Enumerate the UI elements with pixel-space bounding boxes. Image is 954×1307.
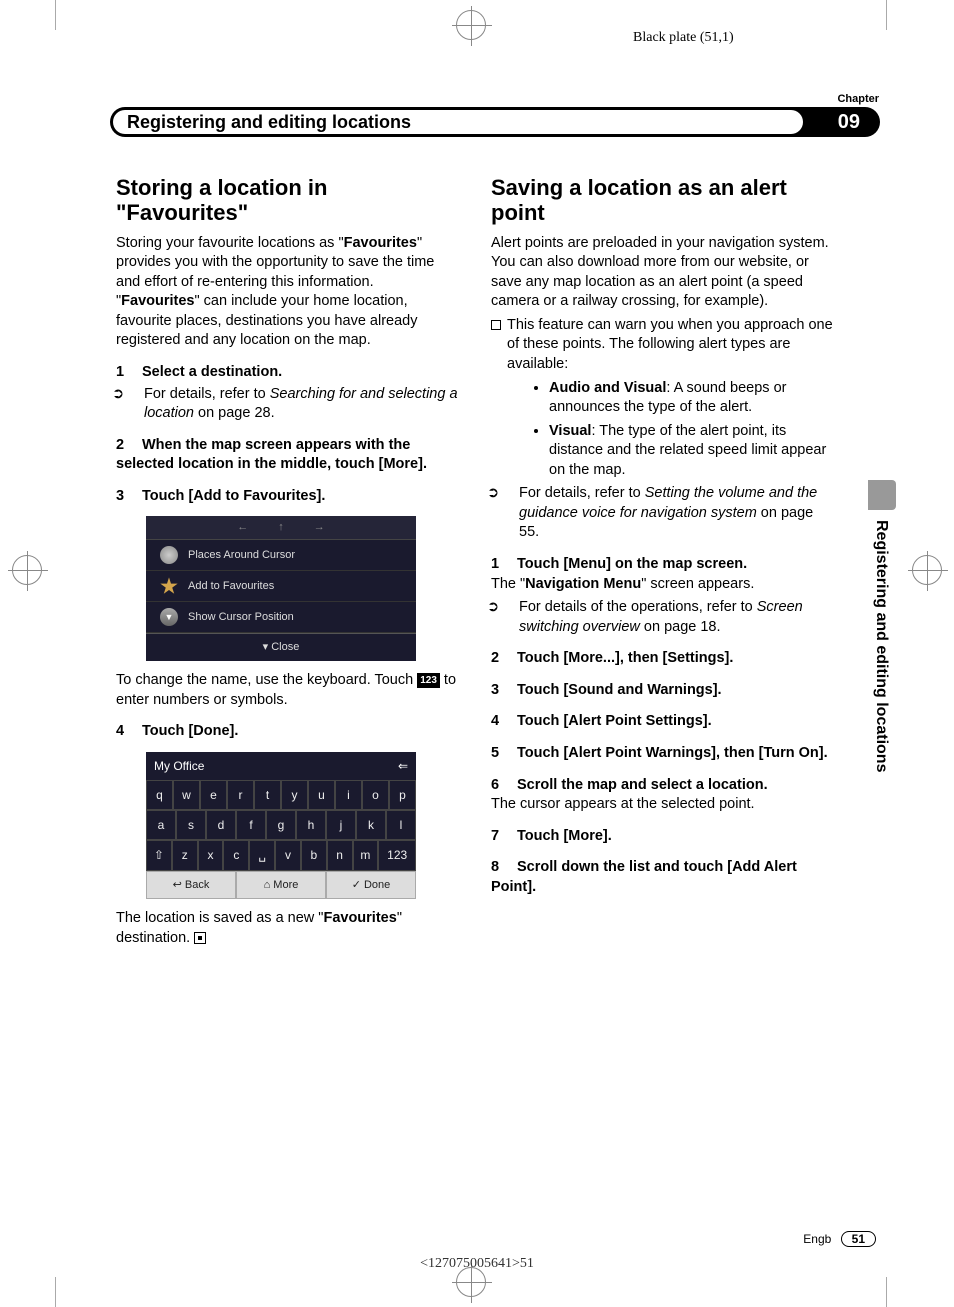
- backspace-icon: ⇐: [398, 758, 408, 774]
- screenshot-menu: ←↑→ Places Around Cursor Add to Favourit…: [146, 516, 416, 661]
- chapter-title: Registering and editing locations: [113, 110, 803, 134]
- right-column: Saving a location as an alert point Aler…: [491, 175, 836, 953]
- pin-icon: [160, 546, 178, 564]
- left-step-1-sub: ➲For details, refer to Searching for and…: [116, 385, 461, 424]
- left-step-3: 3Touch [Add to Favourites].: [116, 487, 461, 507]
- left-step-1: 1Select a destination.: [116, 363, 461, 383]
- right-step-2: 2Touch [More...], then [Settings].: [491, 649, 836, 669]
- registration-mark: [912, 555, 942, 585]
- list-item: Audio and Visual: A sound beeps or annou…: [549, 379, 836, 418]
- side-tab-text: Registering and editing locations: [872, 520, 890, 772]
- right-step-6: 6Scroll the map and select a location.: [491, 776, 836, 796]
- square-bullet-icon: [491, 320, 501, 330]
- right-step-1: 1Touch [Menu] on the map screen.: [491, 555, 836, 575]
- left-mid-text: To change the name, use the keyboard. To…: [116, 671, 461, 710]
- star-icon: [160, 577, 178, 595]
- list-item: Visual: The type of the alert point, its…: [549, 422, 836, 481]
- right-step-7: 7Touch [More].: [491, 827, 836, 847]
- page-number: 51: [841, 1231, 876, 1247]
- menu-row: ▼Show Cursor Position: [146, 602, 416, 633]
- crop-mark: [886, 1277, 887, 1307]
- menu-row: Add to Favourites: [146, 571, 416, 602]
- right-note-1: This feature can warn you when you appro…: [491, 316, 836, 375]
- end-mark-icon: [194, 932, 206, 944]
- left-outro: The location is saved as a new "Favourit…: [116, 909, 461, 948]
- left-step-2: 2When the map screen appears with the se…: [116, 436, 461, 475]
- black-plate-label: Black plate (51,1): [633, 30, 734, 46]
- left-column: Storing a location in "Favourites" Stori…: [116, 175, 461, 953]
- right-sub-ref: ➲For details, refer to Setting the volum…: [491, 484, 836, 543]
- chapter-label: Chapter: [837, 93, 879, 105]
- right-step-5: 5Touch [Alert Point Warnings], then [Tur…: [491, 744, 836, 764]
- numeric-badge: 123: [417, 673, 440, 689]
- kb-title: My Office⇐: [146, 752, 416, 780]
- menu-row: Places Around Cursor: [146, 540, 416, 571]
- crop-mark: [55, 0, 56, 30]
- kb-buttons: ↩ Back ⌂ More ✓ Done: [146, 871, 416, 900]
- alert-types-list: Audio and Visual: A sound beeps or annou…: [491, 379, 836, 481]
- registration-mark: [456, 10, 486, 40]
- kb-row: asdfghjkl: [146, 810, 416, 840]
- screenshot-keyboard: My Office⇐ qwertyuiop asdfghjkl ⇧zxc␣vbn…: [146, 752, 416, 900]
- crop-mark: [886, 0, 887, 30]
- left-intro: Storing your favourite locations as "Fav…: [116, 234, 461, 351]
- crop-mark: [55, 1277, 56, 1307]
- kb-row: qwertyuiop: [146, 780, 416, 810]
- right-step-1-after: The "Navigation Menu" screen appears.: [491, 575, 836, 595]
- close-button: ▾ Close: [146, 633, 416, 661]
- page-content: Storing a location in "Favourites" Stori…: [116, 175, 836, 953]
- footer-code: <127075005641>51: [0, 1256, 954, 1272]
- right-step-4: 4Touch [Alert Point Settings].: [491, 712, 836, 732]
- kb-row: ⇧zxc␣vbnm123: [146, 840, 416, 870]
- chapter-number: 09: [838, 111, 860, 134]
- left-heading: Storing a location in "Favourites": [116, 175, 461, 226]
- right-step-6-after: The cursor appears at the selected point…: [491, 795, 836, 815]
- cursor-icon: ▼: [160, 608, 178, 626]
- right-step-3: 3Touch [Sound and Warnings].: [491, 681, 836, 701]
- right-step-1-sub: ➲For details of the operations, refer to…: [491, 598, 836, 637]
- screenshot-topbar: ←↑→: [146, 516, 416, 540]
- right-step-8: 8Scroll down the list and touch [Add Ale…: [491, 858, 836, 897]
- footer: Engb 51: [116, 1231, 876, 1247]
- left-step-4: 4Touch [Done].: [116, 722, 461, 742]
- right-heading: Saving a location as an alert point: [491, 175, 836, 226]
- footer-lang: Engb: [803, 1232, 831, 1246]
- right-intro: Alert points are preloaded in your navig…: [491, 234, 836, 312]
- chapter-bar: Registering and editing locations 09: [110, 107, 880, 137]
- side-tab-bar: [868, 480, 896, 510]
- registration-mark: [12, 555, 42, 585]
